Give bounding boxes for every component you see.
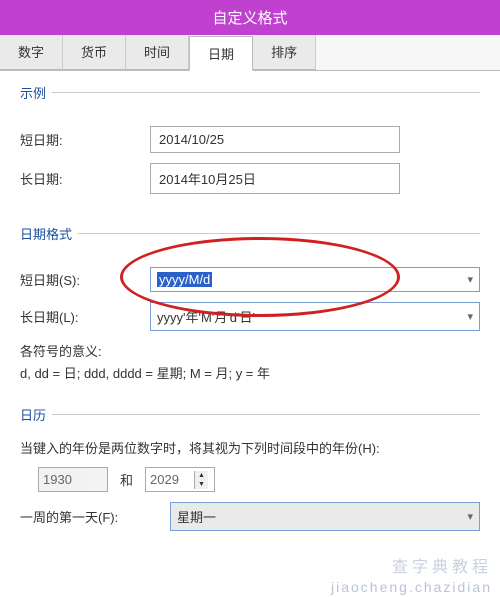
and-label: 和 [108,470,145,489]
spin-up-icon[interactable]: ▲ [195,471,208,480]
chevron-down-icon: ▾ [467,510,473,523]
chevron-down-icon: ▾ [467,273,473,286]
watermark-url: jiaocheng.chazidian [331,579,492,595]
symbol-meaning-label: 各符号的意义: [20,341,480,363]
tab-bar: 数字 货币 时间 日期 排序 [0,35,500,71]
long-date-format-select[interactable]: yyyy'年'M'月'd'日' ▾ [150,302,480,331]
short-date-format-select[interactable]: yyyy/M/d ▾ [150,267,480,292]
first-day-select[interactable]: 星期一 ▾ [170,502,480,531]
date-format-group: 日期格式 短日期(S): yyyy/M/d ▾ 长日期(L): yyyy'年'M… [20,224,480,385]
calendar-group: 日历 当键入的年份是两位数字时，将其视为下列时间段中的年份(H): 和 ▲ ▼ … [20,405,480,541]
year-to-input[interactable] [146,468,194,491]
tab-sort[interactable]: 排序 [253,35,316,70]
calendar-legend: 日历 [20,405,52,424]
tab-number[interactable]: 数字 [0,35,63,70]
first-day-label: 一周的第一天(F): [20,507,170,526]
first-day-value: 星期一 [177,507,216,526]
window-title: 自定义格式 [0,0,500,35]
two-digit-year-label: 当键入的年份是两位数字时，将其视为下列时间段中的年份(H): [20,438,480,457]
tab-time[interactable]: 时间 [126,35,189,70]
short-date-format-value: yyyy/M/d [157,272,212,287]
tab-date[interactable]: 日期 [189,36,253,71]
long-date-example-label: 长日期: [20,169,150,188]
spin-down-icon[interactable]: ▼ [195,480,208,489]
year-to-spinner[interactable]: ▲ ▼ [145,467,215,492]
example-group: 示例 短日期: 2014/10/25 长日期: 2014年10月25日 [20,83,480,204]
short-date-format-label: 短日期(S): [20,270,150,289]
example-legend: 示例 [20,83,52,102]
long-date-format-value: yyyy'年'M'月'd'日' [157,307,255,326]
chevron-down-icon: ▾ [467,310,473,323]
year-from-box [38,467,108,492]
date-format-legend: 日期格式 [20,224,78,243]
symbol-meaning-text: d, dd = 日; ddd, dddd = 星期; M = 月; y = 年 [20,363,480,385]
year-from-input [39,468,87,491]
long-date-example-value: 2014年10月25日 [150,163,400,194]
watermark-text: 查字典教程 [392,553,492,577]
long-date-format-label: 长日期(L): [20,307,150,326]
short-date-example-label: 短日期: [20,130,150,149]
tab-currency[interactable]: 货币 [63,35,126,70]
short-date-example-value: 2014/10/25 [150,126,400,153]
